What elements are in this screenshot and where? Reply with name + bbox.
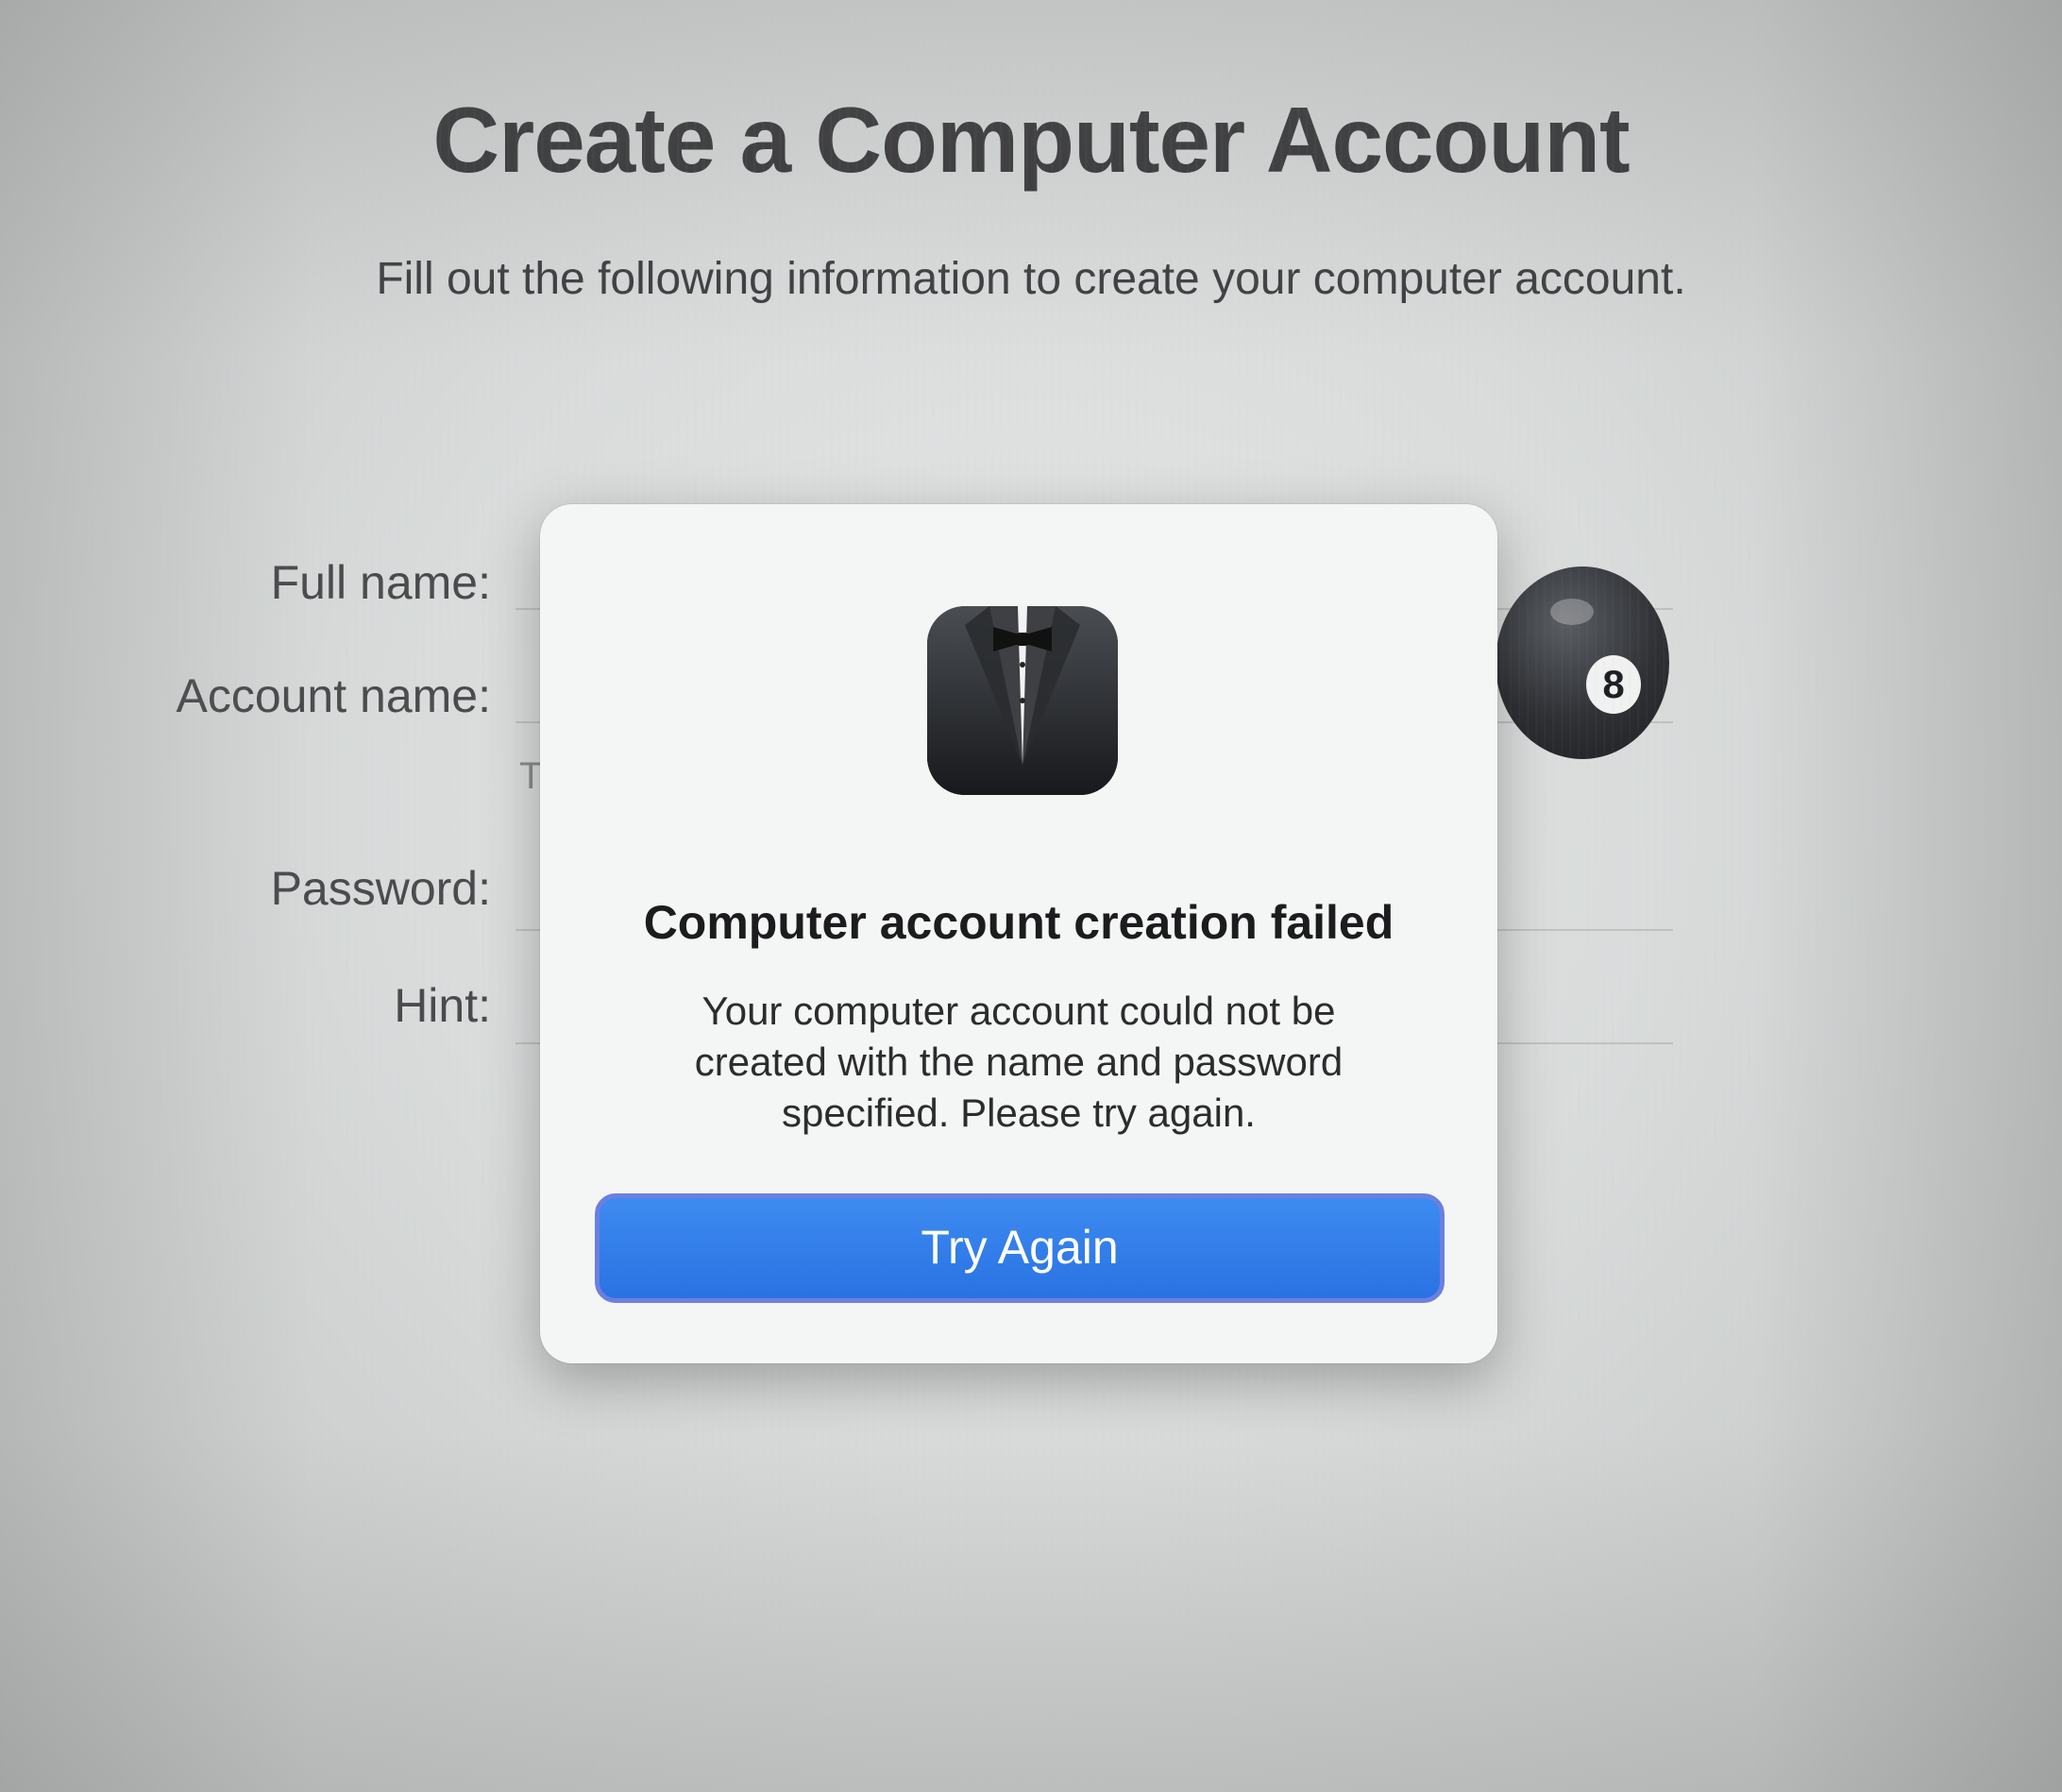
page-subtitle: Fill out the following information to cr… [376,254,1686,304]
user-avatar[interactable]: 8 [1496,566,1669,759]
avatar-shine [1550,599,1594,625]
full-name-label: Full name: [270,556,491,609]
account-name-note: T [519,755,543,797]
error-dialog: Computer account creation failed Your co… [540,504,1497,1363]
tuxedo-icon [927,606,1118,795]
account-name-label: Account name: [176,669,491,722]
dialog-title: Computer account creation failed [643,896,1394,949]
page-title: Create a Computer Account [432,88,1630,192]
try-again-button[interactable]: Try Again [595,1193,1445,1303]
dialog-message: Your computer account could not be creat… [694,989,1344,1135]
password-label: Password: [270,862,491,915]
eight-ball-icon: 8 [1586,655,1641,714]
hint-label: Hint: [394,979,491,1032]
